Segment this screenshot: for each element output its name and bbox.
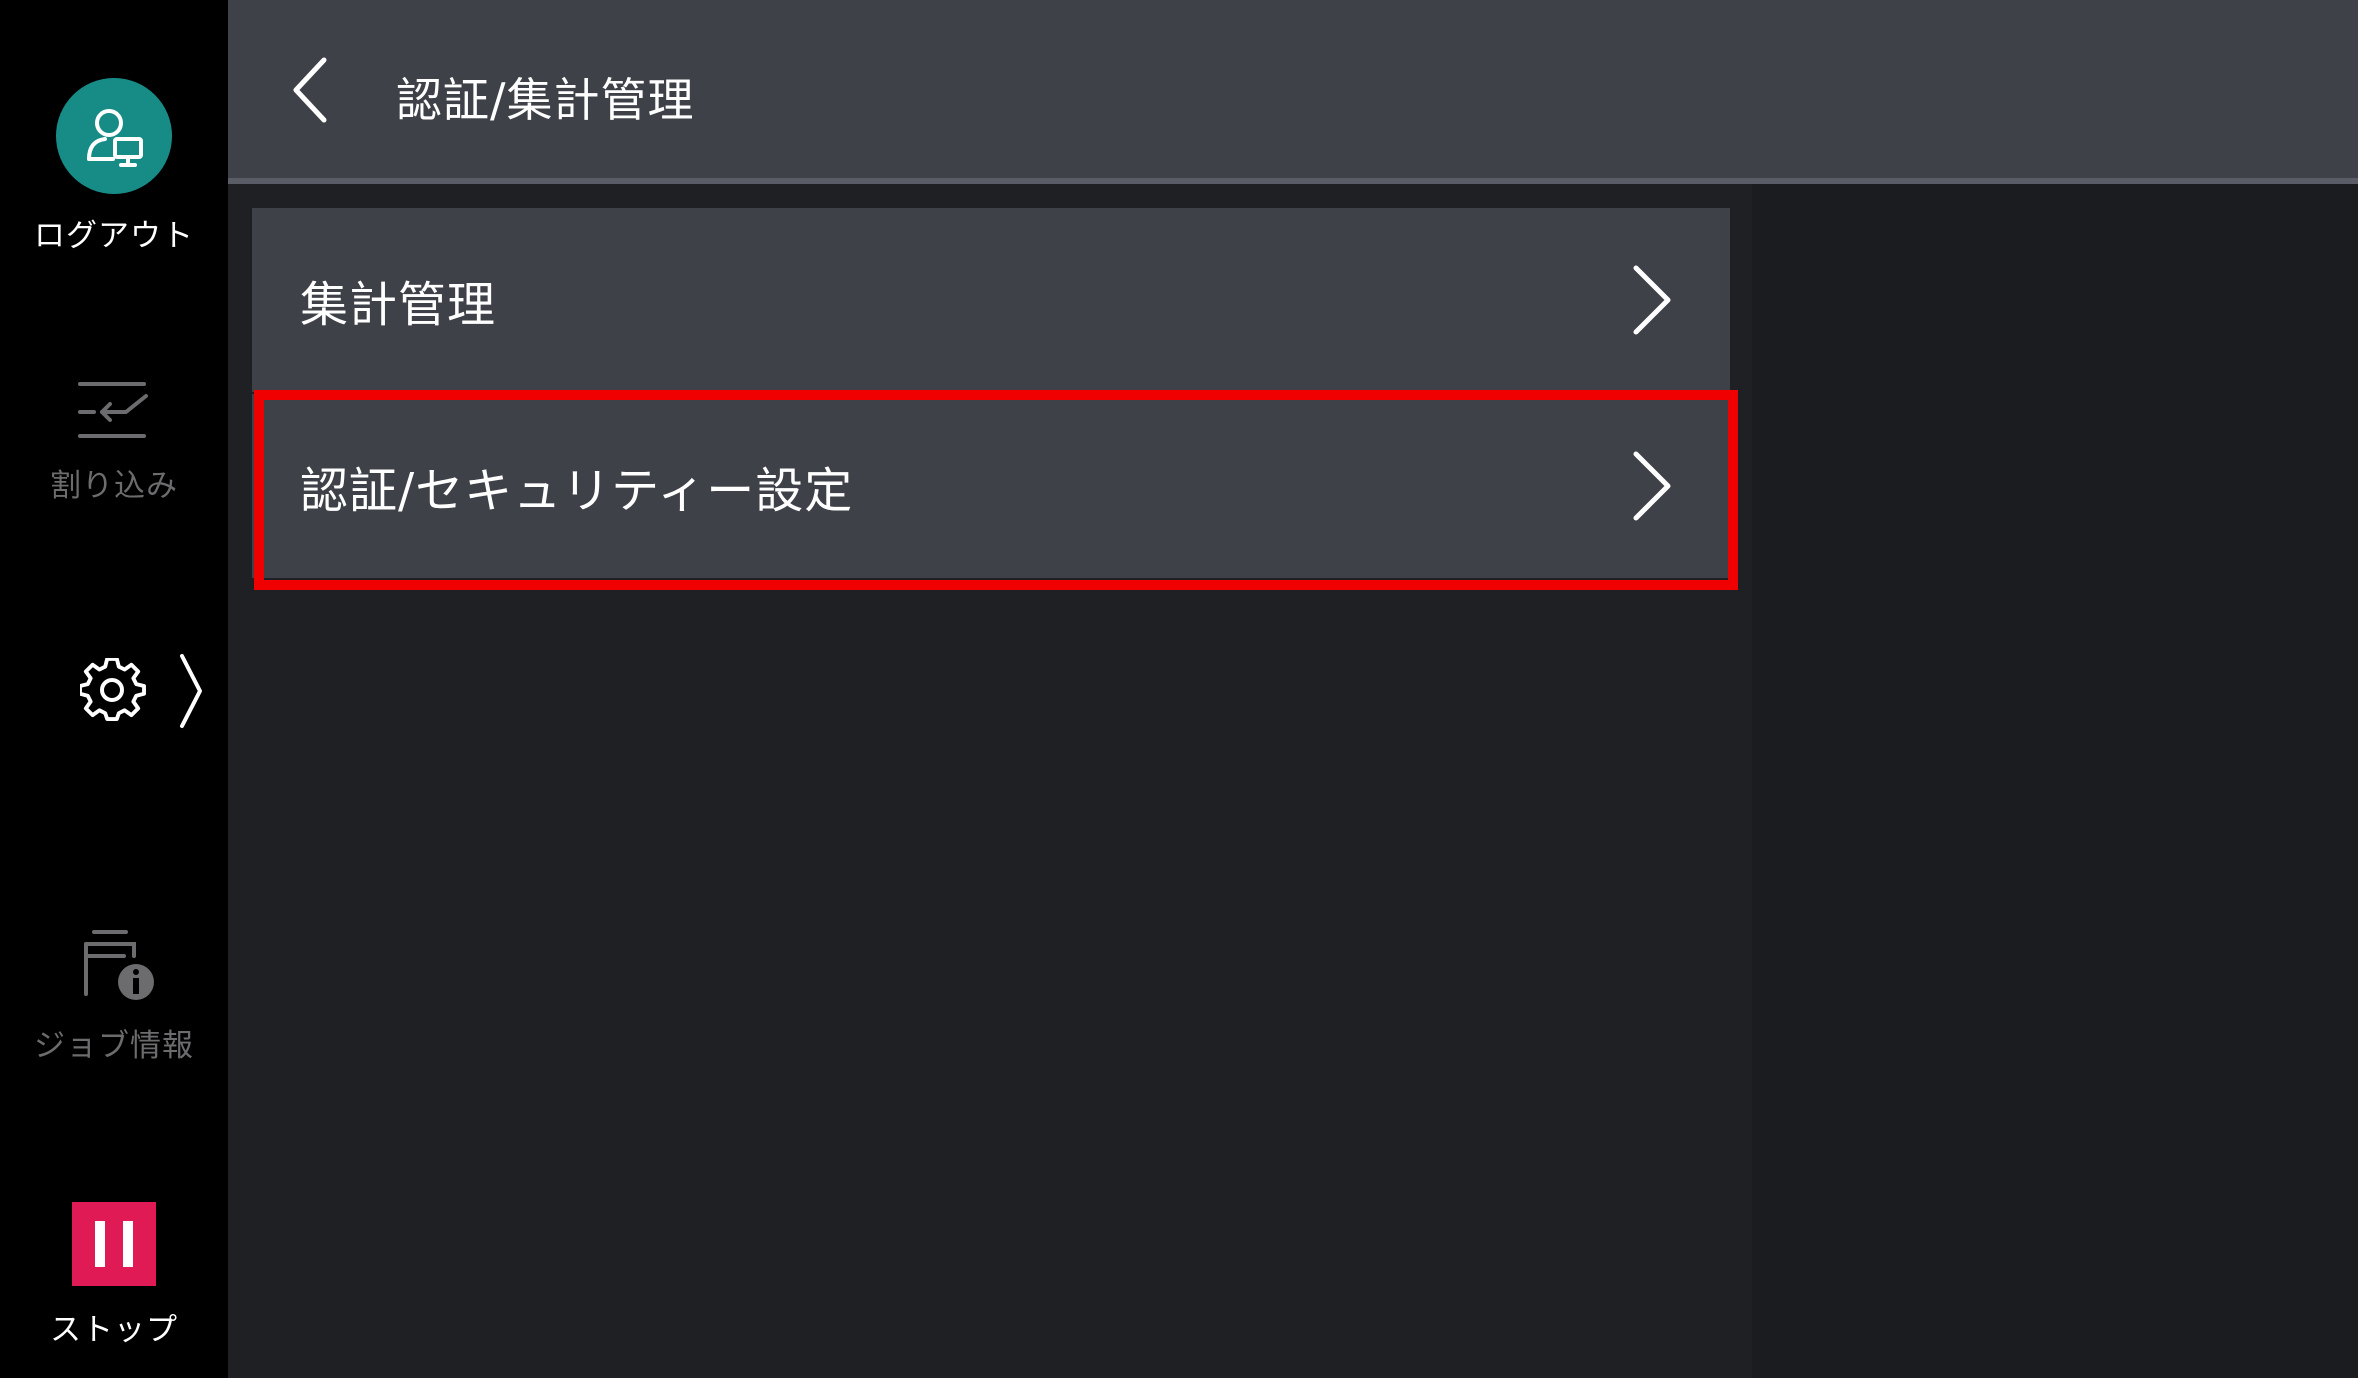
job-info-button[interactable]: ジョブ情報 [0, 926, 228, 1065]
pause-button-box [72, 1202, 156, 1286]
menu-item-accounting[interactable]: 集計管理 [252, 208, 1730, 392]
logout-label: ログアウト [34, 218, 194, 254]
page-title: 認証/集計管理 [396, 73, 695, 127]
stop-label: ストップ [50, 1312, 178, 1348]
menu-item-label: 認証/セキュリティー設定 [300, 463, 854, 519]
menu-item-auth-security[interactable]: 認証/セキュリティー設定 [252, 394, 1730, 578]
job-info-label: ジョブ情報 [34, 1028, 194, 1064]
settings-button[interactable] [0, 648, 228, 734]
chevron-right-icon [180, 654, 202, 728]
interrupt-icon [78, 382, 148, 438]
detail-panel [1752, 184, 2358, 1378]
interrupt-button[interactable]: 割り込み [0, 378, 228, 505]
sidebar: ログアウト 割り込み ジョブ情報 ストップ [0, 0, 228, 1378]
chevron-left-icon [293, 57, 327, 123]
user-monitor-icon [87, 109, 143, 167]
back-button[interactable] [280, 54, 340, 126]
logout-button[interactable]: ログアウト [0, 78, 228, 255]
job-info-icon [84, 930, 154, 1000]
gear-icon [80, 658, 146, 721]
pause-icon [95, 1221, 133, 1267]
logout-circle [56, 78, 172, 194]
chevron-right-icon [1633, 451, 1671, 521]
interrupt-label: 割り込み [50, 468, 178, 504]
menu-item-label: 集計管理 [300, 277, 497, 333]
chevron-right-icon [1633, 265, 1671, 335]
stop-button[interactable]: ストップ [0, 1202, 228, 1349]
